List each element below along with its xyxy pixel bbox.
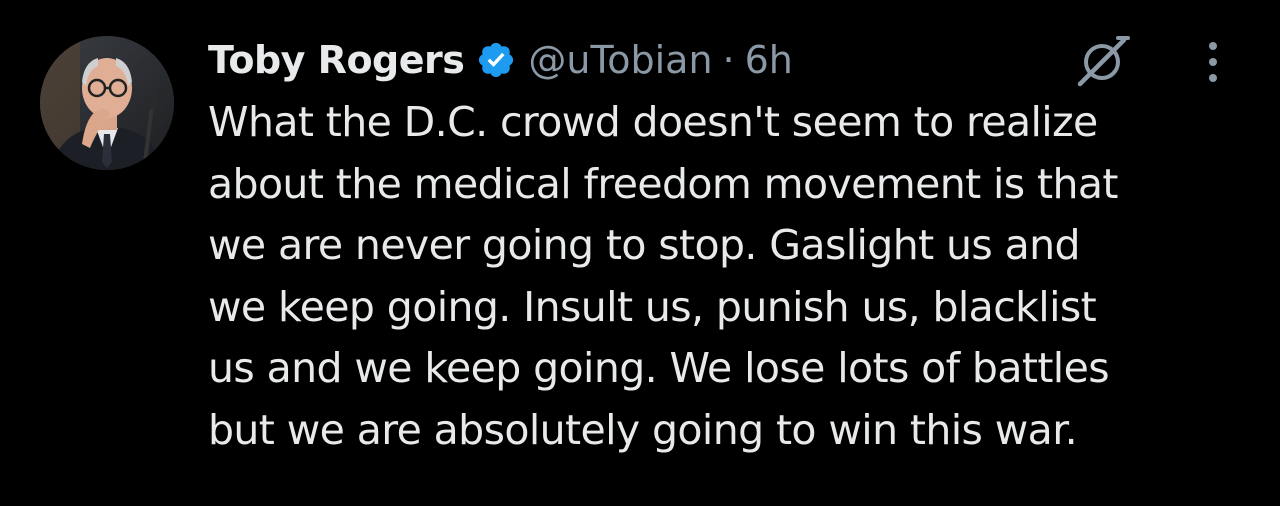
grok-icon[interactable]: [1072, 32, 1132, 88]
author-handle[interactable]: @uTobian: [528, 38, 712, 82]
more-options-icon[interactable]: [1196, 38, 1230, 86]
tweet-timestamp[interactable]: 6h: [745, 38, 793, 82]
separator-dot: ·: [722, 38, 735, 82]
verified-badge-icon[interactable]: [476, 40, 516, 80]
tweet[interactable]: Toby Rogers @uTobian · 6h What the D.C. …: [0, 0, 1280, 506]
tweet-header: Toby Rogers @uTobian · 6h: [208, 30, 793, 90]
tweet-text: What the D.C. crowd doesn't seem to real…: [208, 98, 1118, 454]
avatar[interactable]: [40, 36, 174, 170]
author-name[interactable]: Toby Rogers: [208, 38, 465, 82]
avatar-photo: [40, 36, 174, 170]
